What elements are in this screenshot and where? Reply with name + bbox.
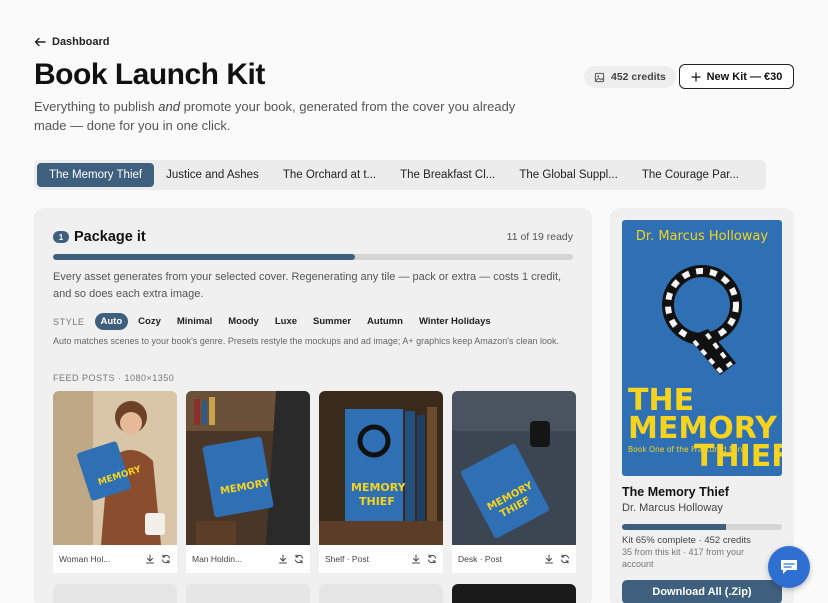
style-chip-luxe[interactable]: Luxe [269, 313, 303, 330]
book-cover-image: Dr. Marcus Holloway THE MEMORY THIEF Boo… [622, 220, 782, 476]
book-title: The Memory Thief [622, 485, 729, 499]
new-kit-label: New Kit — €30 [706, 70, 783, 83]
feed-tile-placeholder[interactable] [452, 584, 576, 603]
tab-the-global-supply[interactable]: The Global Suppl... [507, 163, 629, 187]
tile-name: Desk · Post [458, 554, 502, 564]
svg-text:Dr. Marcus Holloway: Dr. Marcus Holloway [636, 229, 768, 244]
kit-status: Kit 65% complete · 452 credits [622, 535, 751, 546]
tile-name: Shelf · Post [325, 554, 369, 564]
package-title: Package it [74, 229, 146, 245]
style-chip-summer[interactable]: Summer [307, 313, 357, 330]
feed-tile[interactable]: MEMORY Woman Hol... [53, 391, 177, 573]
back-to-dashboard-link[interactable]: Dashboard [34, 36, 109, 48]
feed-tile[interactable]: MEMORY Man Holdin... [186, 391, 310, 573]
credits-count: 452 credits [611, 71, 666, 83]
download-icon[interactable] [145, 554, 155, 564]
download-all-button[interactable]: Download All (.Zip) [622, 580, 782, 603]
download-icon[interactable] [411, 554, 421, 564]
feed-posts-grid: MEMORY Woman Hol... MEMORY Man Holdin... [53, 391, 576, 573]
download-icon[interactable] [544, 554, 554, 564]
tile-name: Woman Hol... [59, 554, 111, 564]
svg-text:MEMORY: MEMORY [351, 481, 407, 494]
plus-icon [690, 71, 701, 82]
regenerate-icon[interactable] [560, 554, 570, 564]
chat-widget-button[interactable] [768, 546, 810, 588]
step-number-badge: 1 [53, 231, 69, 243]
book-summary-panel: Dr. Marcus Holloway THE MEMORY THIEF Boo… [610, 208, 794, 603]
book-author: Dr. Marcus Holloway [622, 502, 723, 514]
tile-actions: Shelf · Post [319, 545, 443, 573]
book-tabs: The Memory Thief Justice and Ashes The O… [34, 160, 766, 190]
page-title: Book Launch Kit [34, 58, 265, 91]
regenerate-icon[interactable] [294, 554, 304, 564]
tab-the-orchard[interactable]: The Orchard at t... [271, 163, 388, 187]
feed-tile-placeholder[interactable] [53, 584, 177, 603]
feed-tile[interactable]: MEMORY THIEF Desk · Post [452, 391, 576, 573]
image-icon [594, 72, 605, 82]
download-icon[interactable] [278, 554, 288, 564]
tab-the-breakfast-club[interactable]: The Breakfast Cl... [388, 163, 507, 187]
package-description: Every asset generates from your selected… [53, 271, 562, 300]
tile-actions: Man Holdin... [186, 545, 310, 573]
style-chip-minimal[interactable]: Minimal [171, 313, 218, 330]
style-chip-winter-holidays[interactable]: Winter Holidays [413, 313, 497, 330]
tile-actions: Desk · Post [452, 545, 576, 573]
regenerate-icon[interactable] [427, 554, 437, 564]
feed-tile[interactable]: MEMORY THIEF Shelf · Post [319, 391, 443, 573]
svg-text:Book One of the Fractured Mind: Book One of the Fractured Mind [628, 445, 747, 454]
new-kit-button[interactable]: New Kit — €30 [679, 64, 794, 89]
package-progress-bar [53, 254, 573, 260]
style-chip-cozy[interactable]: Cozy [132, 313, 167, 330]
feed-posts-label: FEED POSTS · 1080×1350 [53, 373, 175, 383]
desk-image: MEMORY THIEF [452, 391, 576, 545]
feed-tile-placeholder[interactable] [319, 584, 443, 603]
style-chip-auto[interactable]: Auto [94, 313, 129, 330]
style-chip-moody[interactable]: Moody [222, 313, 265, 330]
woman-reading-image: MEMORY [53, 391, 177, 545]
regenerate-icon[interactable] [161, 554, 171, 564]
style-note: Auto matches scenes to your book's genre… [53, 336, 559, 346]
shelf-image: MEMORY THIEF [319, 391, 443, 545]
page-subtitle: Everything to publish and promote your b… [34, 99, 516, 133]
feed-tile-placeholder[interactable] [186, 584, 310, 603]
tab-justice-and-ashes[interactable]: Justice and Ashes [154, 163, 271, 187]
back-label: Dashboard [52, 36, 110, 48]
tile-name: Man Holdin... [192, 554, 243, 564]
style-selector: STYLE Auto Cozy Minimal Moody Luxe Summe… [53, 313, 497, 330]
kit-progress-bar [622, 524, 782, 530]
kit-progress-fill [622, 524, 726, 530]
credits-badge: 452 credits [584, 66, 676, 88]
style-label: STYLE [53, 316, 85, 327]
man-reading-image: MEMORY [186, 391, 310, 545]
feed-posts-grid-row-2 [53, 584, 576, 603]
tab-the-memory-thief[interactable]: The Memory Thief [37, 163, 155, 187]
credit-breakdown: 35 from this kit · 417 from your account [622, 547, 745, 569]
svg-text:THIEF: THIEF [359, 495, 395, 508]
style-chip-autumn[interactable]: Autumn [361, 313, 409, 330]
package-panel: 1 Package it 11 of 19 ready Every asset … [34, 208, 592, 603]
tile-actions: Woman Hol... [53, 545, 177, 573]
ready-count: 11 of 19 ready [506, 231, 573, 243]
chat-icon [781, 560, 797, 574]
tab-the-courage-par[interactable]: The Courage Par... [630, 163, 751, 187]
package-progress-fill [53, 254, 355, 260]
arrow-left-icon [34, 37, 46, 47]
